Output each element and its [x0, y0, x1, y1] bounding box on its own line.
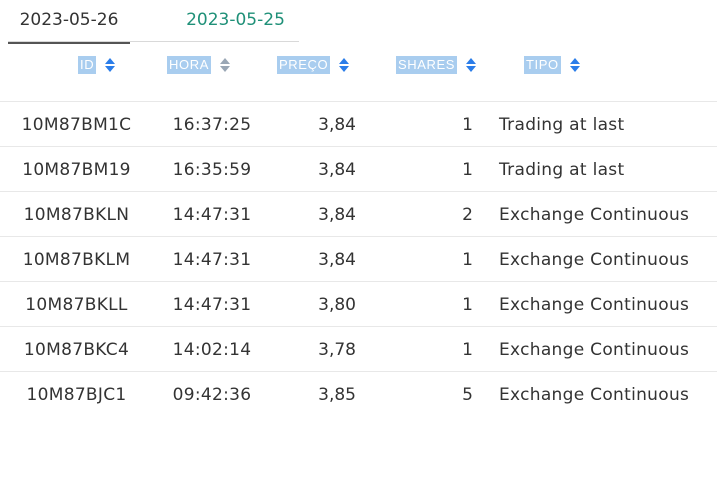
cell-shares: 1: [462, 250, 473, 270]
sort-icon[interactable]: [219, 58, 230, 72]
cell-preco: 3,78: [318, 340, 356, 360]
cell-tipo: Exchange Continuous: [499, 340, 690, 360]
cell-tipo: Trading at last: [499, 115, 625, 135]
cell-hora: 16:37:25: [172, 115, 252, 135]
tab-2023-05-25[interactable]: 2023-05-25: [168, 0, 303, 42]
cell-shares: 2: [462, 205, 473, 225]
cell-hora: 09:42:36: [172, 385, 252, 405]
column-header-label: TIPO: [524, 56, 561, 74]
table-header: ID HORA PREÇO SHARES TIPO: [0, 52, 717, 78]
trades-table-body: 10M87BM1C 16:37:25 3,84 1 Trading at las…: [0, 101, 717, 416]
cell-tipo: Exchange Continuous: [499, 295, 690, 315]
table-row: 10M87BKLN 14:47:31 3,84 2 Exchange Conti…: [0, 191, 717, 236]
column-header-label: PREÇO: [277, 56, 331, 74]
cell-tipo: Trading at last: [499, 160, 625, 180]
cell-hora: 14:47:31: [172, 205, 252, 225]
cell-id: 10M87BKLL: [25, 295, 128, 315]
table-row: 10M87BKC4 14:02:14 3,78 1 Exchange Conti…: [0, 326, 717, 371]
column-header-label: SHARES: [396, 56, 458, 74]
cell-shares: 1: [462, 160, 473, 180]
cell-id: 10M87BM1C: [21, 115, 132, 135]
column-header-preco[interactable]: PREÇO: [277, 52, 350, 78]
cell-preco: 3,85: [318, 385, 356, 405]
table-row: 10M87BKLM 14:47:31 3,84 1 Exchange Conti…: [0, 236, 717, 281]
cell-tipo: Exchange Continuous: [499, 250, 690, 270]
cell-hora: 14:02:14: [172, 340, 252, 360]
cell-shares: 5: [462, 385, 473, 405]
cell-preco: 3,84: [318, 160, 356, 180]
table-row: 10M87BKLL 14:47:31 3,80 1 Exchange Conti…: [0, 281, 717, 326]
column-header-tipo[interactable]: TIPO: [524, 52, 580, 78]
cell-id: 10M87BKLN: [23, 205, 130, 225]
cell-tipo: Exchange Continuous: [499, 205, 690, 225]
sort-icon[interactable]: [105, 58, 116, 72]
cell-preco: 3,80: [318, 295, 356, 315]
date-tabs: 2023-05-26 2023-05-25: [8, 0, 299, 44]
table-row: 10M87BM19 16:35:59 3,84 1 Trading at las…: [0, 146, 717, 191]
cell-preco: 3,84: [318, 250, 356, 270]
cell-id: 10M87BKC4: [23, 340, 130, 360]
sort-icon[interactable]: [569, 58, 580, 72]
tab-2023-05-26[interactable]: 2023-05-26: [8, 0, 130, 44]
table-row: 10M87BM1C 16:37:25 3,84 1 Trading at las…: [0, 101, 717, 146]
tabs-divider: [8, 41, 299, 42]
column-header-label: ID: [78, 56, 97, 74]
cell-shares: 1: [462, 340, 473, 360]
cell-preco: 3,84: [318, 115, 356, 135]
cell-hora: 16:35:59: [172, 160, 252, 180]
cell-hora: 14:47:31: [172, 295, 252, 315]
cell-id: 10M87BKLM: [22, 250, 131, 270]
sort-icon[interactable]: [339, 58, 350, 72]
cell-preco: 3,84: [318, 205, 356, 225]
column-header-shares[interactable]: SHARES: [396, 52, 477, 78]
cell-shares: 1: [462, 295, 473, 315]
column-header-id[interactable]: ID: [78, 52, 116, 78]
column-header-hora[interactable]: HORA: [167, 52, 230, 78]
cell-id: 10M87BJC1: [26, 385, 127, 405]
cell-tipo: Exchange Continuous: [499, 385, 690, 405]
column-header-label: HORA: [167, 56, 211, 74]
sort-icon[interactable]: [466, 58, 477, 72]
cell-id: 10M87BM19: [22, 160, 131, 180]
cell-shares: 1: [462, 115, 473, 135]
cell-hora: 14:47:31: [172, 250, 252, 270]
table-row: 10M87BJC1 09:42:36 3,85 5 Exchange Conti…: [0, 371, 717, 416]
